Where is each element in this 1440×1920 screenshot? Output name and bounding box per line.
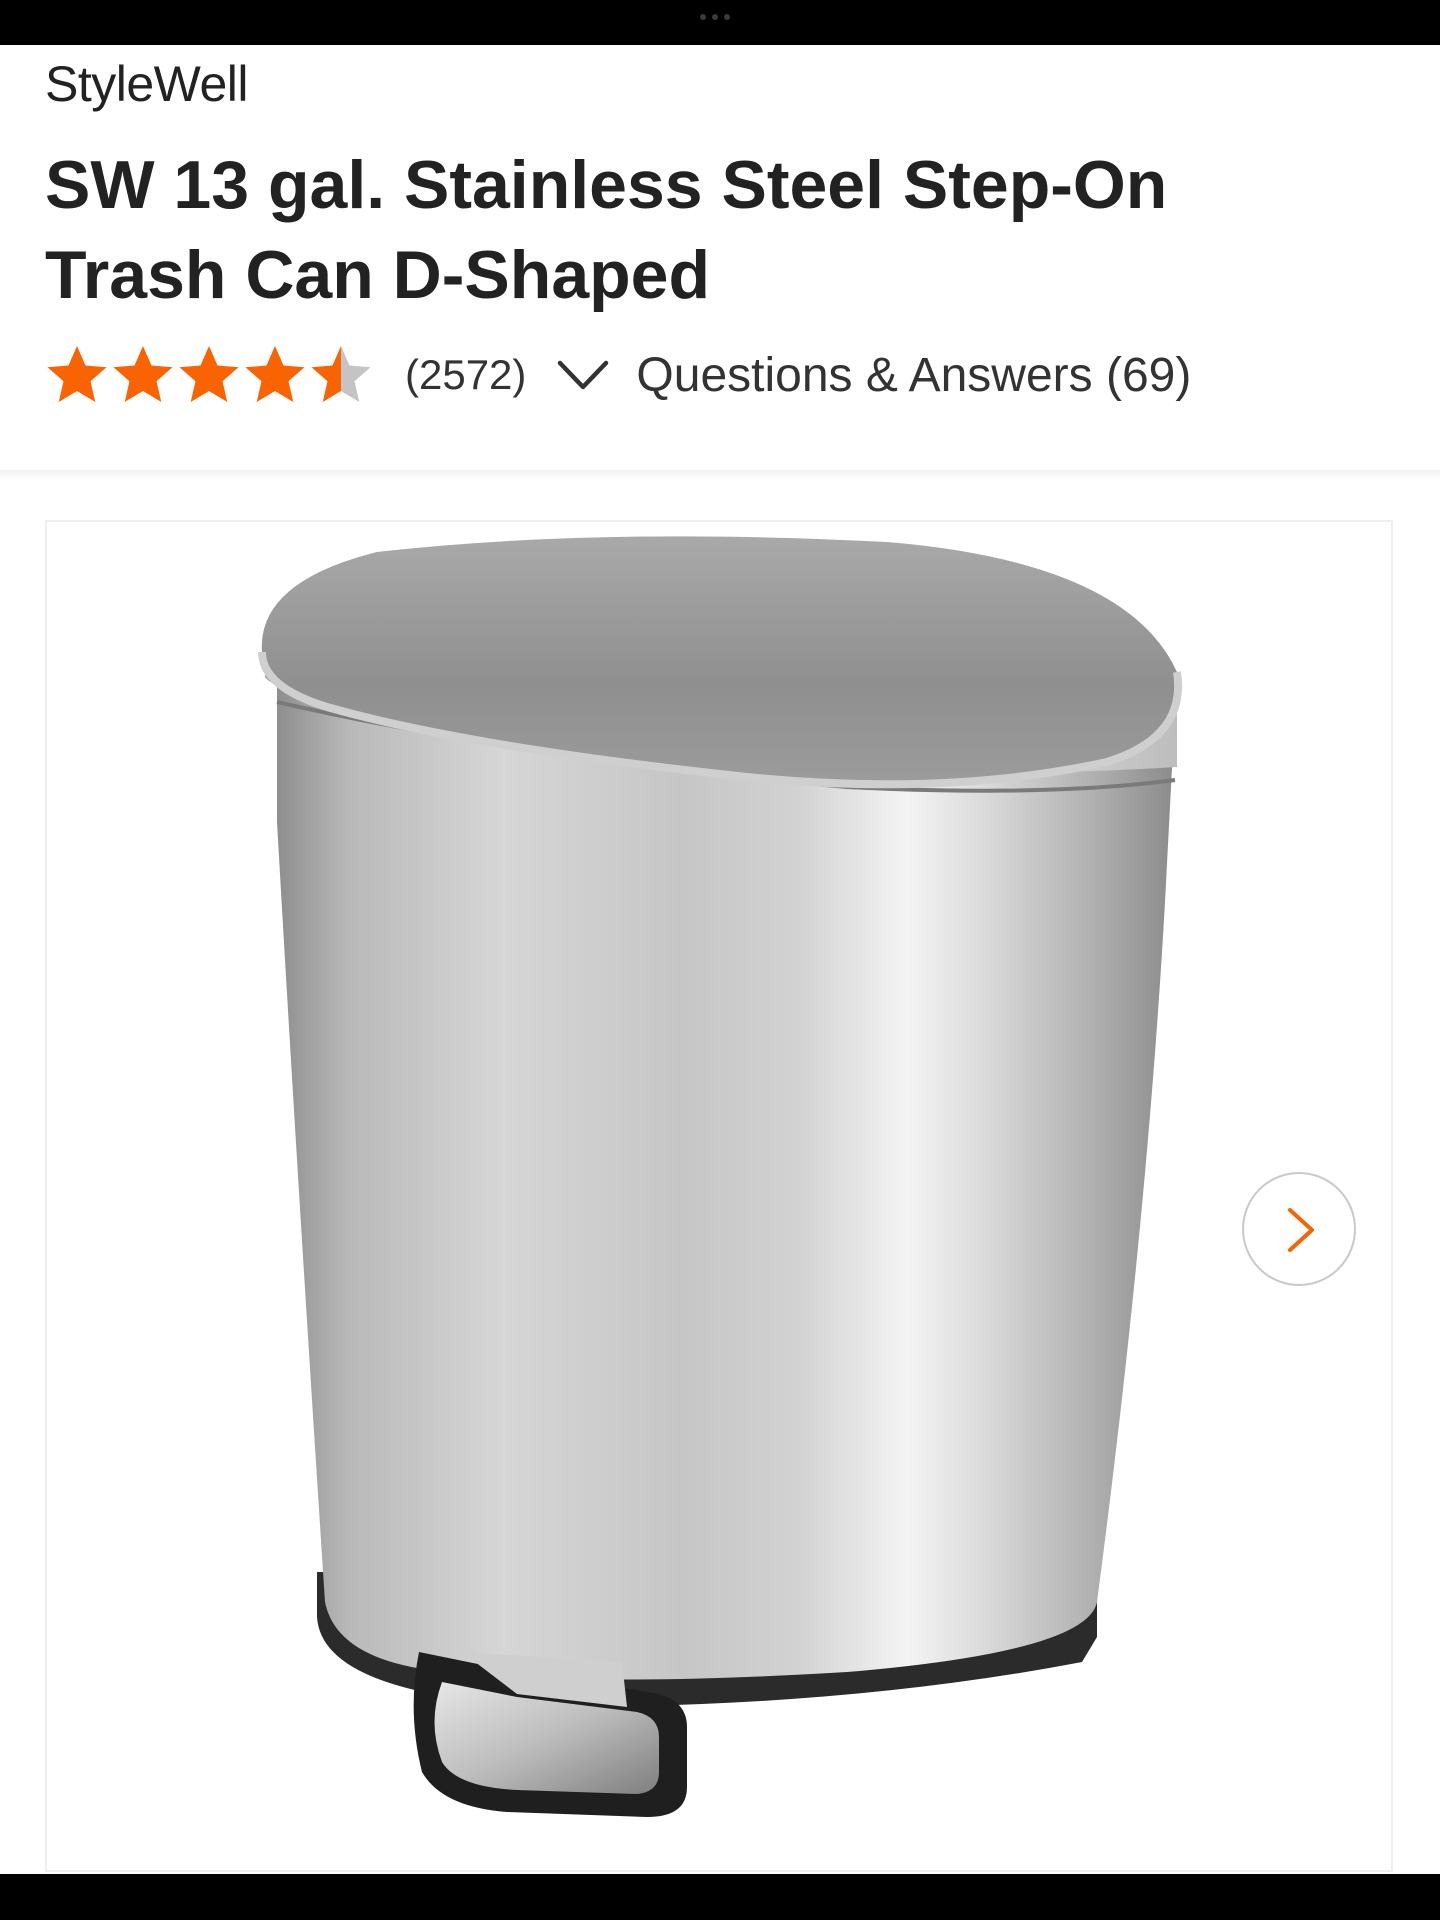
section-divider <box>0 470 1440 480</box>
bottom-bar <box>0 1874 1440 1920</box>
questions-answers-link[interactable]: Questions & Answers (69) <box>636 348 1191 403</box>
status-dots <box>700 14 730 20</box>
product-title: SW 13 gal. Stainless Steel Step-On Trash… <box>45 147 1168 313</box>
brand-name[interactable]: StyleWell <box>45 55 248 113</box>
star-rating[interactable] <box>45 343 373 407</box>
star-icon <box>113 346 173 402</box>
star-icon <box>179 346 239 402</box>
chevron-down-icon[interactable] <box>554 355 612 395</box>
status-bar <box>0 0 1440 45</box>
star-icon <box>311 346 371 402</box>
star-icon <box>47 346 107 402</box>
star-icon <box>245 346 305 402</box>
product-image <box>258 536 1183 1817</box>
product-image-gallery[interactable] <box>45 520 1393 1872</box>
rating-row: (2572) Questions & Answers (69) <box>45 345 1191 405</box>
next-image-button[interactable] <box>1242 1172 1356 1286</box>
chevron-right-icon <box>1288 1208 1314 1252</box>
review-count[interactable]: (2572) <box>405 351 526 399</box>
